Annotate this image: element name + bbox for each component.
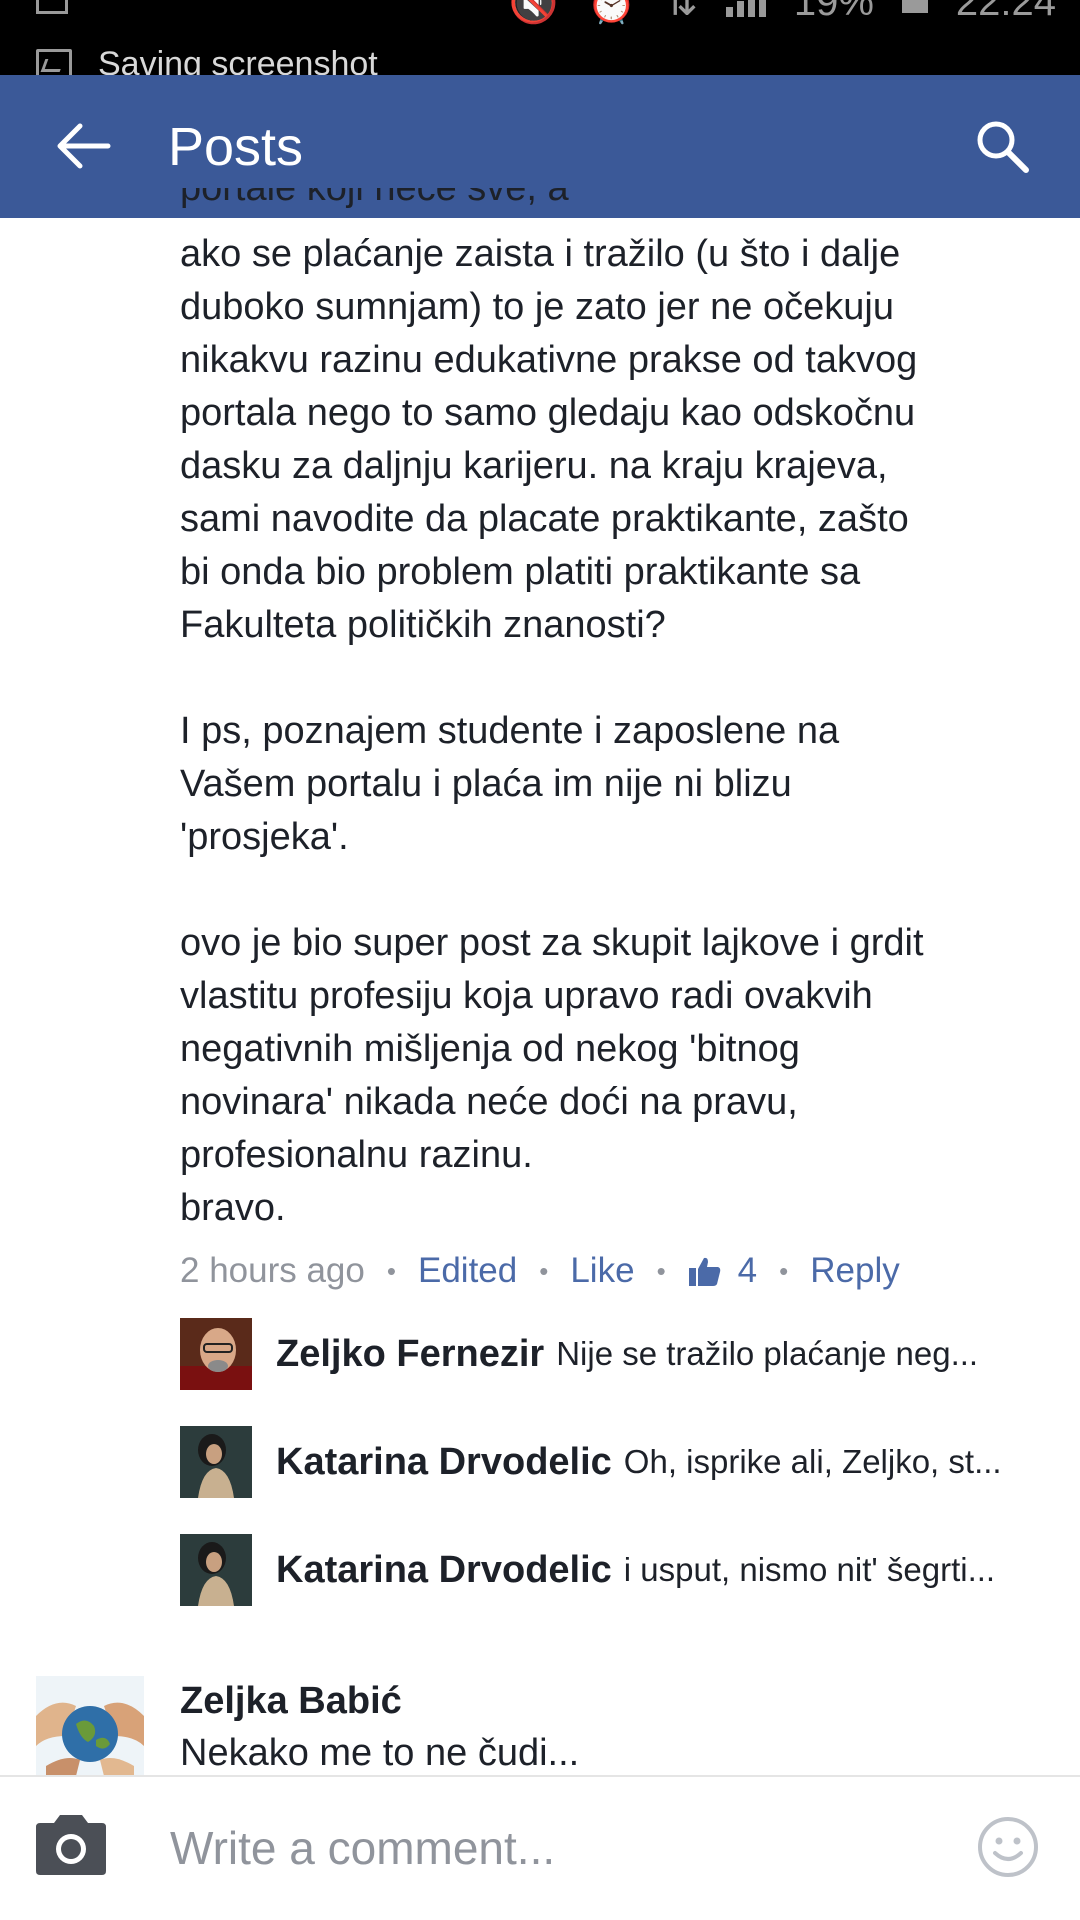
comment-author[interactable]: Zeljka Babić: [180, 1676, 402, 1726]
separator-dot: •: [386, 1255, 396, 1286]
search-icon: [977, 121, 1029, 173]
smiley-icon: [978, 1817, 1038, 1877]
page-title: Posts: [168, 117, 304, 177]
reply-preview: i usput, nismo nit' šegrti...: [623, 1551, 996, 1588]
battery-percent: 19%: [793, 0, 874, 24]
back-button[interactable]: [44, 111, 124, 181]
separator-dot: •: [779, 1255, 789, 1286]
edited-link[interactable]: Edited: [418, 1251, 517, 1291]
comment-text: Nekako me to ne čudi...: [180, 1732, 580, 1774]
clock: 22:24: [955, 0, 1056, 24]
comment-paragraph: ako se plaćanje zaista i tražilo (u što …: [180, 233, 918, 646]
like-count-button[interactable]: 4: [688, 1251, 757, 1291]
comment-text: ako se plaćanje zaista i tražilo (u što …: [180, 228, 1050, 1235]
reply-preview: Oh, isprike ali, Zeljko, st...: [623, 1443, 1002, 1480]
avatar[interactable]: [36, 1676, 144, 1776]
like-count: 4: [737, 1251, 758, 1290]
like-button[interactable]: Like: [570, 1251, 634, 1291]
search-button[interactable]: [964, 111, 1040, 181]
avatar[interactable]: [180, 1534, 252, 1606]
status-indicators: 🔇 ⏰ ⇅ 19% 22:24: [509, 0, 1056, 25]
alarm-icon: ⏰: [586, 0, 637, 25]
separator-dot: •: [539, 1255, 549, 1286]
reply-item[interactable]: Katarina Drvodelic Oh, isprike ali, Zelj…: [180, 1426, 1060, 1498]
separator-dot: •: [656, 1255, 666, 1286]
comment-partial-line: portale koji neće sve, a: [180, 188, 569, 209]
comment-input[interactable]: [168, 1807, 952, 1889]
notification-text: Saving screenshot: [98, 44, 378, 76]
comment-item: Zeljka Babić Nekako me to ne čudi...: [36, 1676, 1046, 1776]
reply-author[interactable]: Zeljko Fernezir: [276, 1333, 544, 1376]
screenshot-notification: Saving screenshot: [36, 44, 378, 75]
status-bar: Saving screenshot 🔇 ⏰ ⇅ 19% 22:24: [0, 0, 1080, 75]
reply-button[interactable]: Reply: [810, 1251, 899, 1291]
back-arrow-icon: [57, 123, 111, 169]
gallery-icon: [36, 0, 68, 14]
thumbs-up-icon: [688, 1257, 720, 1286]
avatar[interactable]: [180, 1426, 252, 1498]
comment-composer: [0, 1775, 1080, 1920]
battery-icon: [901, 0, 928, 13]
reply-item[interactable]: Zeljko Fernezir Nije se tražilo plaćanje…: [180, 1318, 1060, 1390]
signal-icon: [725, 0, 766, 17]
reply-item[interactable]: Katarina Drvodelic i usput, nismo nit' š…: [180, 1534, 1060, 1606]
reply-author[interactable]: Katarina Drvodelic: [276, 1441, 612, 1484]
comment-timestamp: 2 hours ago: [180, 1251, 365, 1290]
reply-author[interactable]: Katarina Drvodelic: [276, 1549, 612, 1592]
camera-icon: [36, 1815, 106, 1875]
mute-icon: 🔇: [508, 0, 559, 25]
comment-actions: 2 hours ago • Edited • Like • 4 • Reply: [180, 1246, 900, 1296]
data-transfer-icon: ⇅: [664, 0, 698, 24]
image-icon: [36, 49, 72, 75]
comment-paragraph: ovo je bio super post za skupit lajkove …: [180, 922, 924, 1229]
emoji-button[interactable]: [976, 1815, 1040, 1879]
comment-paragraph: I ps, poznajem studente i zaposlene na V…: [180, 710, 840, 858]
reply-preview: Nije se tražilo plaćanje neg...: [556, 1335, 979, 1372]
camera-button[interactable]: [32, 1813, 112, 1883]
avatar[interactable]: [180, 1318, 252, 1390]
